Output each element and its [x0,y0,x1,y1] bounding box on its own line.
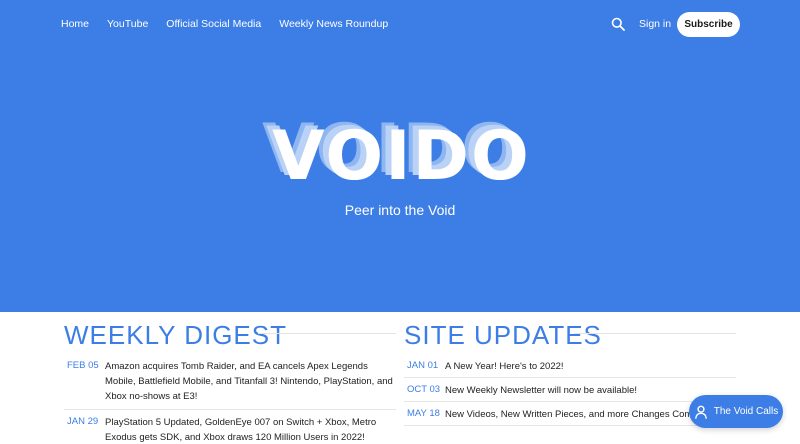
top-nav: Home YouTube Official Social Media Weekl… [0,0,800,50]
nav-link-weekly-news-roundup[interactable]: Weekly News Roundup [279,18,388,30]
list-item[interactable]: JAN 01 A New Year! Here's to 2022! [404,354,736,378]
section-title: SITE UPDATES [404,320,602,350]
site-updates-section: SITE UPDATES JAN 01 A New Year! Here's t… [404,320,736,426]
nav-link-home[interactable]: Home [61,18,89,30]
item-title[interactable]: New Videos, New Written Pieces, and more… [445,407,705,422]
hero-banner: Home YouTube Official Social Media Weekl… [0,0,800,312]
nav-links: Home YouTube Official Social Media Weekl… [61,18,388,30]
item-title[interactable]: PlayStation 5 Updated, GoldenEye 007 on … [105,415,395,444]
site-logo[interactable]: VOIDO VOIDO VOIDO [262,112,542,196]
section-header: SITE UPDATES [404,320,736,350]
weekly-digest-section: WEEKLY DIGEST FEB 05 Amazon acquires Tom… [64,320,396,444]
item-date: FEB 05 [67,360,99,371]
site-tagline: Peer into the Void [344,202,456,218]
person-icon [694,405,707,419]
item-title[interactable]: A New Year! Here's to 2022! [445,359,564,374]
list-item[interactable]: FEB 05 Amazon acquires Tomb Raider, and … [64,354,396,410]
divider [258,333,396,334]
section-title: WEEKLY DIGEST [64,320,287,350]
updates-list: JAN 01 A New Year! Here's to 2022! OCT 0… [404,354,736,426]
portal-trigger-button[interactable]: The Void Calls [689,395,783,428]
subscribe-button[interactable]: Subscribe [677,12,740,37]
sign-in-link[interactable]: Sign in [639,18,671,30]
nav-link-youtube[interactable]: YouTube [107,18,148,30]
portal-label: The Void Calls [713,406,779,417]
list-item[interactable]: JAN 29 PlayStation 5 Updated, GoldenEye … [64,410,396,444]
digest-list: FEB 05 Amazon acquires Tomb Raider, and … [64,354,396,444]
divider [574,333,736,334]
nav-link-official-social-media[interactable]: Official Social Media [166,18,261,30]
list-item[interactable]: OCT 03 New Weekly Newsletter will now be… [404,378,736,402]
item-title[interactable]: Amazon acquires Tomb Raider, and EA canc… [105,359,395,404]
list-item[interactable]: MAY 18 New Videos, New Written Pieces, a… [404,402,736,426]
item-date: OCT 03 [407,384,441,395]
item-date: JAN 01 [407,360,439,371]
item-title[interactable]: New Weekly Newsletter will now be availa… [445,383,637,398]
item-date: MAY 18 [407,408,440,419]
search-icon[interactable] [611,17,625,31]
logo-text: VOIDO [272,117,531,196]
section-header: WEEKLY DIGEST [64,320,396,350]
item-date: JAN 29 [67,416,99,427]
